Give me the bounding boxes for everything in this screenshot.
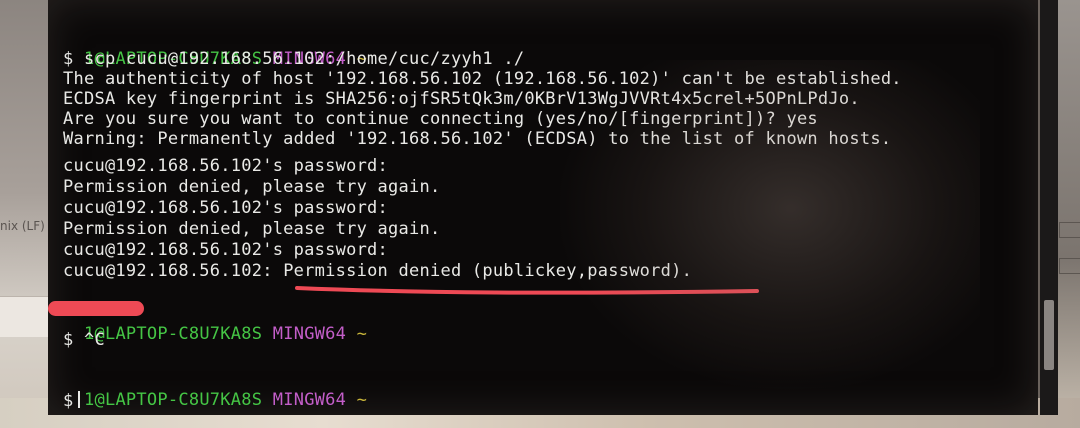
prompt-cwd: ~ <box>356 324 368 344</box>
error-prefix: cucu@192.168.56.102: <box>63 261 284 281</box>
output-line: cucu@192.168.56.102's password: <box>63 156 389 176</box>
prompt-shell: MINGW64 <box>272 390 347 410</box>
output-line: cucu@192.168.56.102's password: <box>63 240 389 260</box>
red-redaction-mark <box>48 301 144 316</box>
terminal-scrollbar[interactable] <box>1040 0 1058 415</box>
prompt-shell: MINGW64 <box>272 324 347 344</box>
output-line: Permission denied, please try again. <box>63 219 441 239</box>
edge-checkbox-icon <box>1059 258 1080 274</box>
red-underline-annotation <box>295 286 759 295</box>
output-line: The authenticity of host '192.168.56.102… <box>63 69 902 89</box>
prompt-user-host: 1@LAPTOP-C8U7KA8S <box>83 324 263 344</box>
error-message: Permission denied (publickey,password). <box>283 261 693 281</box>
output-line: Are you sure you want to continue connec… <box>63 109 818 129</box>
prompt-symbol: $ <box>63 391 74 411</box>
output-line: ECDSA key fingerprint is SHA256:ojfSR5tQ… <box>63 89 860 109</box>
output-line: Permission denied, please try again. <box>63 177 441 197</box>
command-line: $ ^C <box>63 330 105 350</box>
output-line: Warning: Permanently added '192.168.56.1… <box>63 129 892 149</box>
prompt-user-host: 1@LAPTOP-C8U7KA8S <box>83 390 263 410</box>
edge-checkbox-icon <box>1059 222 1080 238</box>
text-cursor <box>77 391 80 408</box>
command-input-line[interactable]: $ <box>63 391 80 411</box>
scrollbar-thumb[interactable] <box>1044 300 1054 370</box>
prompt-cwd: ~ <box>356 390 368 410</box>
line-ending-label: nix (LF) <box>0 219 45 233</box>
command-line: $ scp cucu@192.168.56.102:/home/cuc/zyyh… <box>63 49 525 69</box>
output-line: cucu@192.168.56.102's password: <box>63 198 389 218</box>
error-line: cucu@192.168.56.102: Permission denied (… <box>63 261 692 281</box>
prompt-line: 1@LAPTOP-C8U7KA8S MINGW64 ~ <box>63 370 367 410</box>
